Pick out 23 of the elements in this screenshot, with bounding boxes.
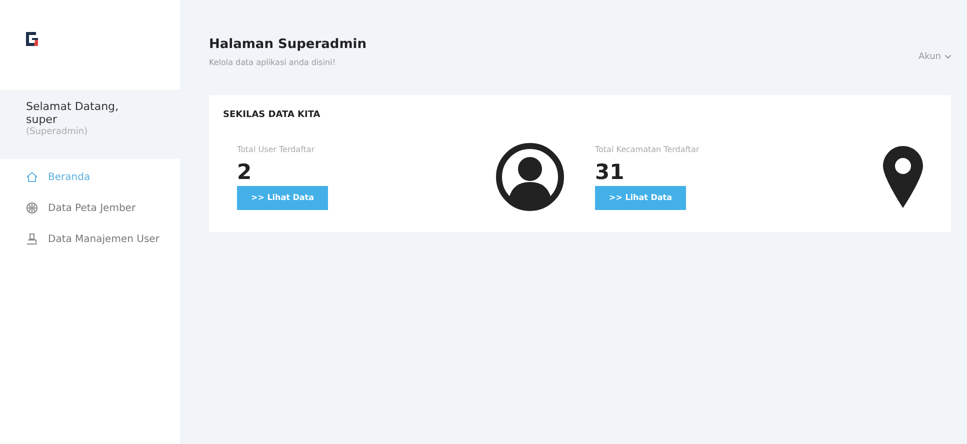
stat-label: Total Kecamatan Terdaftar — [595, 144, 700, 154]
home-icon — [26, 171, 38, 183]
stat-label: Total User Terdaftar — [237, 144, 316, 154]
stat-value: 31 — [595, 160, 626, 184]
caret-icon — [945, 55, 951, 59]
page-title: Halaman Superadmin — [209, 37, 366, 52]
stat-value: 2 — [237, 160, 253, 184]
location-pin-icon — [883, 146, 923, 208]
logo-icon — [26, 32, 38, 46]
user-avatar-icon — [495, 142, 565, 212]
view-data-button[interactable]: >> Lihat Data — [595, 186, 686, 210]
username-text: super — [26, 113, 58, 126]
globe-icon — [26, 202, 38, 214]
view-data-button[interactable]: >> Lihat Data — [237, 186, 328, 210]
role-text: (Superadmin) — [26, 126, 89, 139]
sidebar-item[interactable]: Data Manajemen User — [26, 233, 180, 245]
sidebar-item[interactable]: Beranda — [26, 171, 180, 183]
user-icon — [26, 233, 38, 245]
card-title: SEKILAS DATA KITA — [223, 110, 322, 120]
page-subtitle: Kelola data aplikasi anda disini! — [209, 58, 337, 67]
sidebar-item[interactable]: Data Peta Jember — [26, 202, 180, 214]
greeting-text: Selamat Datang, — [26, 100, 120, 113]
account-menu[interactable]: Akun — [918, 22, 951, 62]
